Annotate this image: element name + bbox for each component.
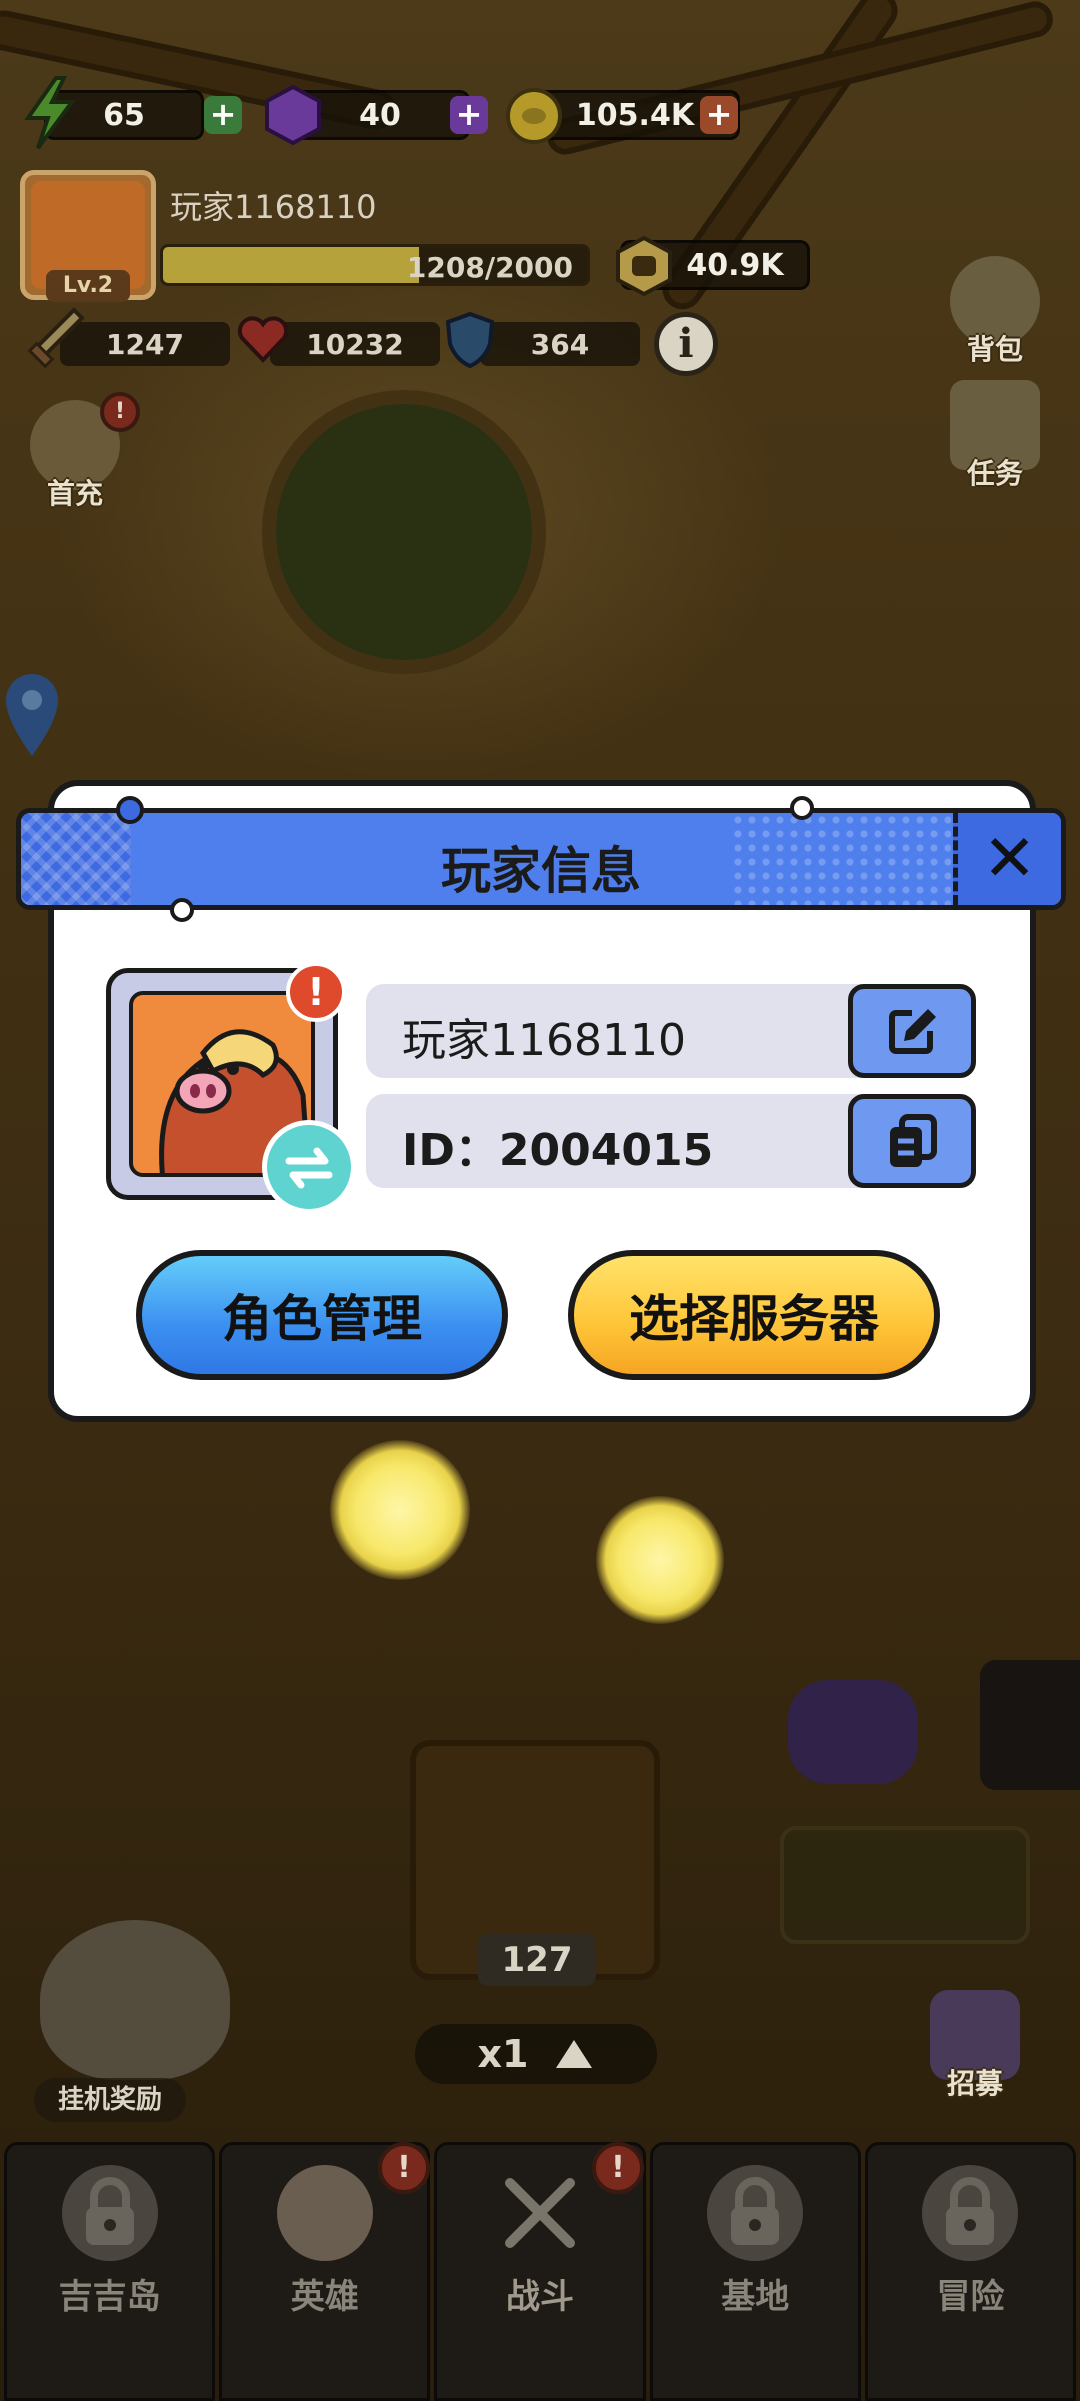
backpack-label: 背包: [966, 333, 1023, 366]
tasks-label: 任务: [966, 457, 1023, 490]
bottom-nav: 吉吉岛 英雄 战斗 基地 冒险: [0, 2142, 1080, 2401]
decor-dot: [790, 796, 814, 820]
coin-plus-button[interactable]: +: [700, 96, 738, 134]
nav-tab-adventure[interactable]: 冒险: [864, 2142, 1077, 2401]
change-avatar-button[interactable]: [262, 1120, 356, 1214]
coin-icon: [506, 88, 562, 144]
power-value: 40.9K: [686, 247, 784, 283]
alert-icon: !: [378, 2142, 430, 2194]
nav-tab-label: 英雄: [290, 2277, 359, 2317]
player-name-field: 玩家1168110: [366, 984, 976, 1078]
exp-bar: 1208/2000: [160, 244, 590, 286]
gem-icon: [265, 84, 321, 146]
speed-toggle[interactable]: x1: [415, 2024, 657, 2084]
crate-count: 127: [478, 1934, 596, 1986]
exp-text: 1208/2000: [406, 251, 573, 284]
alert-badge-icon: !: [286, 962, 346, 1022]
copy-icon: [890, 1114, 937, 1167]
nav-tab-jiji-island[interactable]: 吉吉岛: [4, 2142, 216, 2401]
triangle-up-icon: [556, 2040, 593, 2068]
nav-tab-label: 吉吉岛: [58, 2277, 161, 2317]
gem-value: 40: [359, 97, 401, 133]
hp-stat: 10232: [270, 322, 440, 366]
player-id-field: ID：2004015: [366, 1094, 976, 1188]
dialog-header: 玩家信息 ✕: [16, 808, 1066, 910]
exp-bar-fill: [163, 247, 420, 283]
nav-tab-label: 战斗: [506, 2277, 574, 2317]
tasks-button[interactable]: 任务: [950, 380, 1040, 492]
location-pin-icon[interactable]: [0, 670, 64, 760]
alert-icon: !: [592, 2142, 644, 2194]
hp-value: 10232: [306, 327, 404, 361]
lock-icon: [922, 2165, 1019, 2261]
player-name-value: 玩家1168110: [402, 1015, 686, 1066]
alert-icon: !: [100, 392, 140, 432]
edit-pencil-icon: [889, 1009, 936, 1054]
energy-plus-button[interactable]: +: [204, 96, 242, 134]
copy-id-button[interactable]: [848, 1094, 976, 1188]
coin-drop-icon[interactable]: [330, 1440, 470, 1580]
level-badge: Lv.2: [46, 270, 130, 302]
shield-icon: [445, 311, 495, 369]
close-button[interactable]: ✕: [953, 813, 1061, 905]
info-button[interactable]: i: [654, 312, 718, 376]
fist-icon: [616, 235, 672, 297]
lock-icon: [61, 2165, 158, 2261]
dialog-title: 玩家信息: [441, 842, 641, 900]
nav-tab-label: 冒险: [936, 2277, 1005, 2317]
hero-pig-icon: [276, 2165, 373, 2261]
defense-stat: 364: [480, 322, 640, 366]
swap-arrows-icon: [285, 1147, 333, 1189]
nav-tab-base[interactable]: 基地: [649, 2142, 861, 2401]
first-recharge-label: 首充: [46, 477, 103, 510]
recruit-button[interactable]: 招募: [930, 1990, 1020, 2102]
idle-reward-label[interactable]: 挂机奖励: [34, 2078, 186, 2122]
defense-value: 364: [530, 327, 590, 361]
player-id-value: ID：2004015: [402, 1125, 714, 1176]
decor-dot: [170, 898, 194, 922]
crossed-swords-icon: [492, 2165, 588, 2261]
lock-icon: [707, 2165, 804, 2261]
energy-value: 65: [103, 97, 145, 133]
lightning-icon: [24, 76, 76, 150]
coin-value: 105.4K: [575, 97, 695, 133]
attack-value: 1247: [106, 327, 184, 361]
edit-name-button[interactable]: [848, 984, 976, 1078]
role-management-button[interactable]: 角色管理: [136, 1250, 508, 1380]
sword-icon: [27, 307, 85, 369]
select-server-button[interactable]: 选择服务器: [568, 1250, 940, 1380]
decor-dot: [116, 796, 144, 824]
coin-drop-icon[interactable]: [596, 1496, 724, 1624]
gem-plus-button[interactable]: +: [450, 96, 488, 134]
player-name-label: 玩家1168110: [170, 188, 377, 226]
nav-tab-label: 基地: [721, 2277, 790, 2317]
recruit-label: 招募: [946, 2067, 1003, 2100]
speed-value: x1: [477, 2032, 529, 2076]
backpack-button[interactable]: 背包: [950, 256, 1040, 368]
heart-icon: [237, 316, 289, 363]
